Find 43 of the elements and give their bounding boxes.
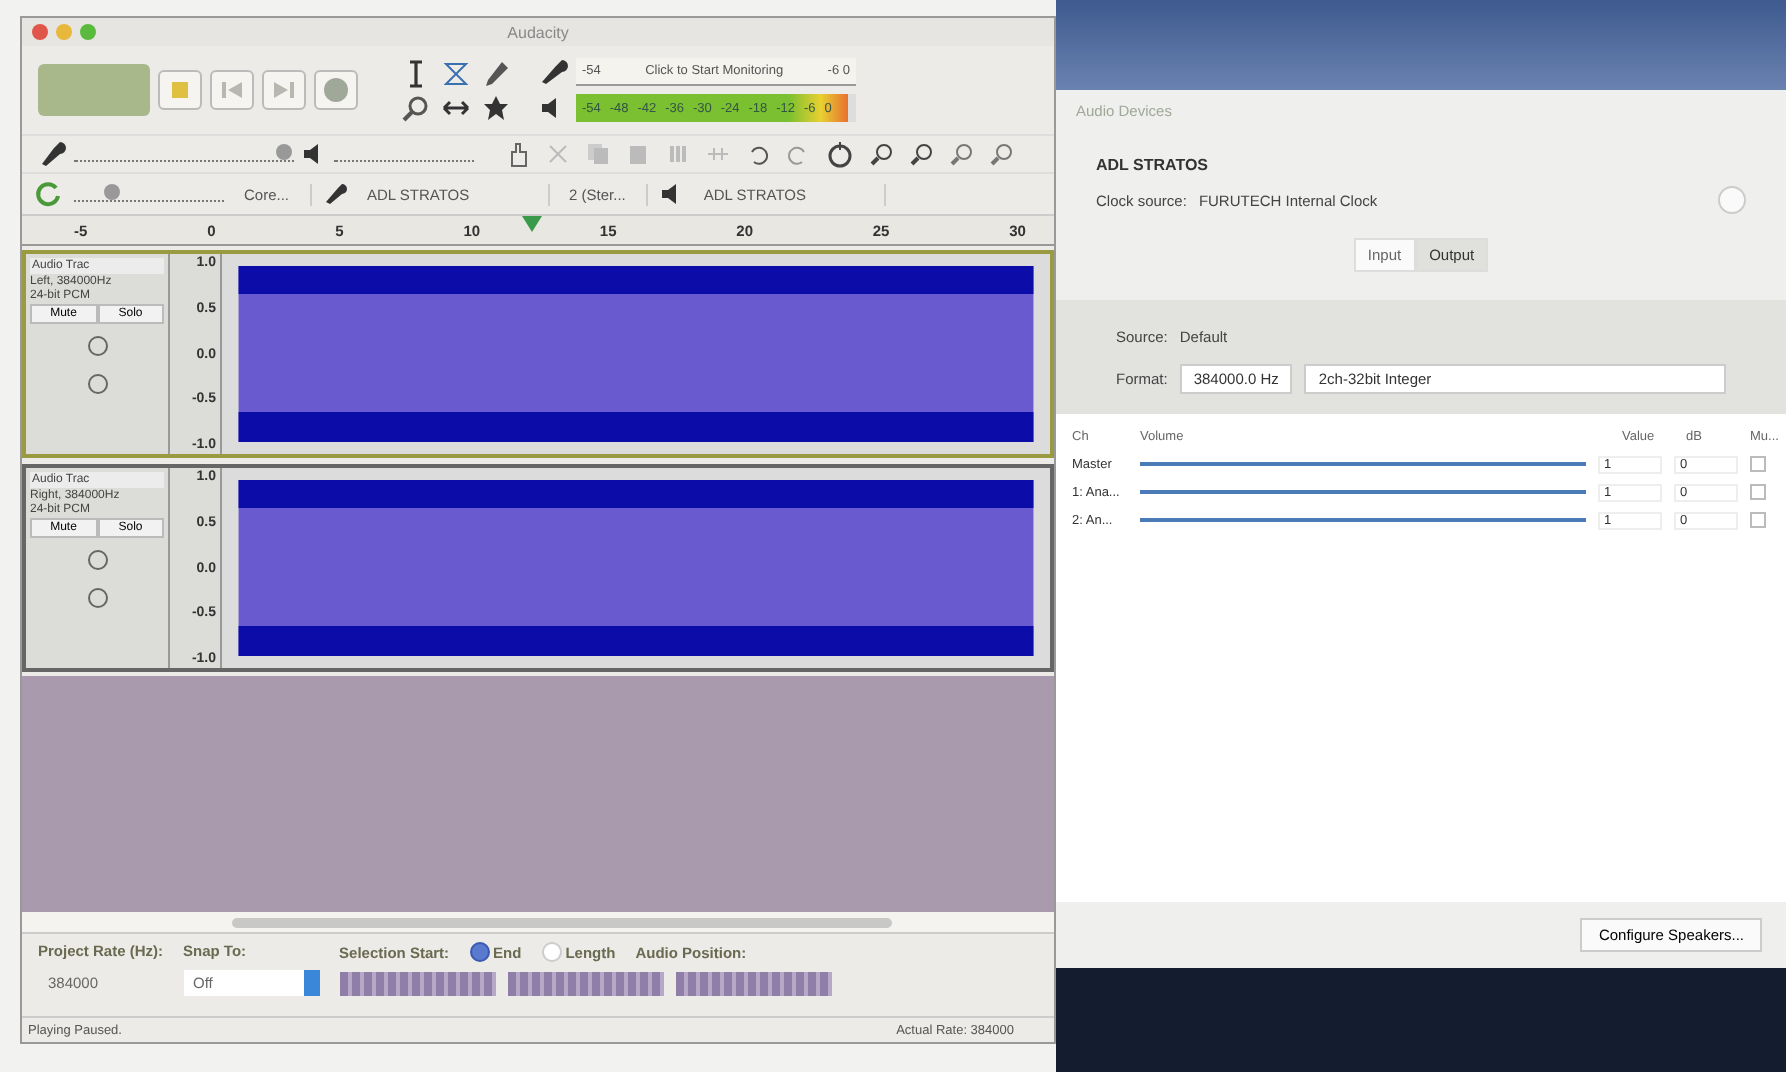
minimize-button[interactable] <box>56 24 72 40</box>
redo-icon[interactable] <box>786 142 810 166</box>
pan-knob[interactable] <box>87 374 107 394</box>
playhead-icon[interactable] <box>522 216 542 232</box>
window-title: Audacity <box>507 23 569 41</box>
refresh-icon[interactable] <box>34 180 62 208</box>
paste-icon[interactable] <box>626 142 650 166</box>
help-button[interactable] <box>1718 186 1746 214</box>
skip-end-button[interactable] <box>262 70 306 110</box>
mute-checkbox[interactable] <box>1750 484 1766 500</box>
time-field[interactable] <box>675 972 832 996</box>
play-speed-slider[interactable] <box>74 187 224 201</box>
time-field[interactable] <box>507 972 664 996</box>
trim-icon[interactable] <box>666 142 690 166</box>
silence-icon[interactable] <box>706 142 730 166</box>
microphone-icon <box>38 140 66 168</box>
device-name: ADL STRATOS <box>1094 154 1211 174</box>
hand-icon[interactable] <box>506 140 530 168</box>
sync-lock-icon[interactable] <box>826 140 854 168</box>
gain-knob[interactable] <box>87 550 107 570</box>
skip-end-icon <box>272 80 296 100</box>
skip-start-button[interactable] <box>210 70 254 110</box>
time-field[interactable] <box>339 972 496 996</box>
stop-button[interactable] <box>158 70 202 110</box>
close-button[interactable] <box>32 24 48 40</box>
mute-checkbox[interactable] <box>1750 456 1766 472</box>
recording-volume-slider[interactable] <box>74 147 294 161</box>
skip-start-icon <box>220 80 244 100</box>
copy-icon[interactable] <box>586 142 610 166</box>
pan-knob[interactable] <box>87 588 107 608</box>
envelope-tool-icon[interactable] <box>442 59 470 87</box>
microphone-icon <box>323 182 348 206</box>
multi-tool-icon[interactable] <box>482 93 510 121</box>
horizontal-scrollbar[interactable] <box>232 917 892 927</box>
mute-checkbox[interactable] <box>1750 512 1766 528</box>
cut-icon[interactable] <box>546 142 570 166</box>
undo-icon[interactable] <box>746 142 770 166</box>
microphone-icon[interactable] <box>538 58 570 86</box>
record-button[interactable] <box>314 70 358 110</box>
gain-knob[interactable] <box>87 336 107 356</box>
pencil-icon[interactable] <box>482 59 510 87</box>
zoom-icon[interactable] <box>402 93 430 121</box>
zoom-button[interactable] <box>80 24 96 40</box>
